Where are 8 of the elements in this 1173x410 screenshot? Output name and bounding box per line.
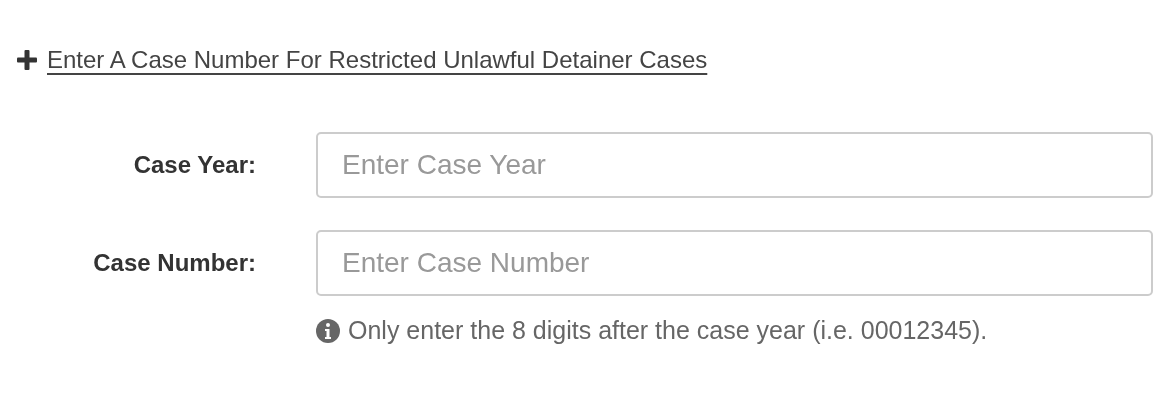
- toggle-link[interactable]: Enter A Case Number For Restricted Unlawful Detainer Cases: [47, 42, 708, 78]
- field-label: Case Year:: [132, 150, 256, 180]
- help-text: Only enter the 8 digits after the case year (i.e. 00012345).: [348, 315, 988, 346]
- plus-icon: [17, 50, 37, 70]
- input-field[interactable]: Enter Case Year: [316, 132, 1153, 198]
- field-label: Case Number:: [92, 248, 256, 278]
- input-field[interactable]: Enter Case Number: [316, 230, 1153, 296]
- info-icon: [316, 318, 340, 343]
